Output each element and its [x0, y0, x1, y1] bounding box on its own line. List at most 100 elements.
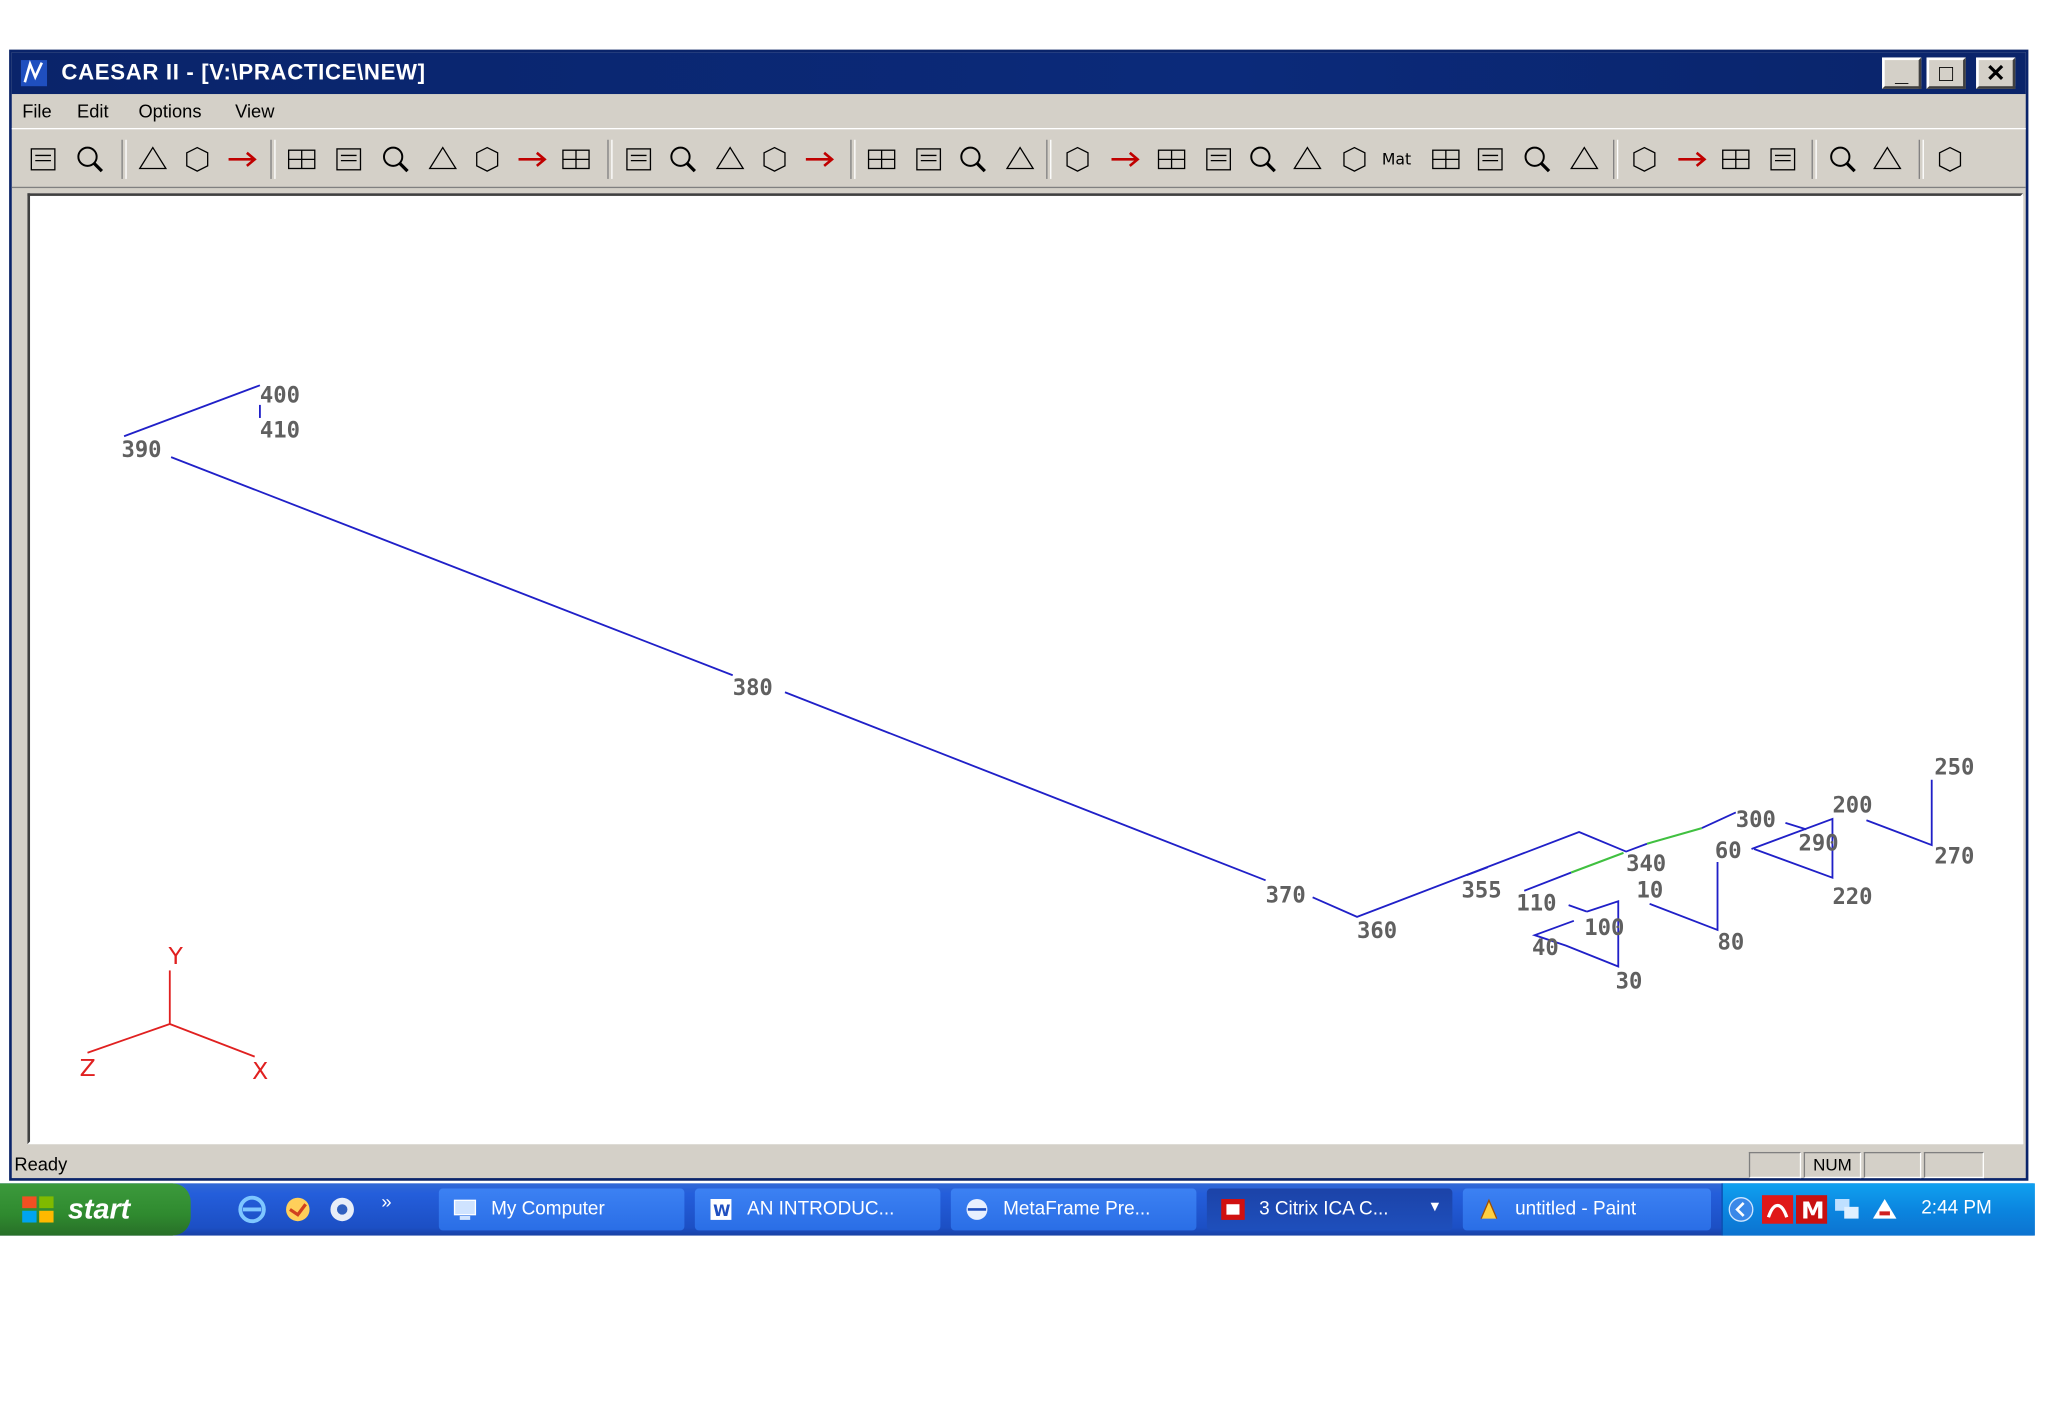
hatch-button[interactable]	[908, 140, 950, 179]
length-icon	[1678, 151, 1707, 167]
displacement-button[interactable]	[1151, 140, 1193, 179]
mcafee-tray-icon[interactable]: M	[1795, 1195, 1828, 1224]
delta-x-icon	[1293, 146, 1322, 170]
start-button[interactable]: start	[0, 1183, 191, 1236]
menu-file[interactable]: File	[22, 101, 51, 122]
outlook-icon[interactable]	[282, 1194, 313, 1225]
node-label-390: 390	[121, 437, 161, 463]
front-view-button[interactable]	[662, 140, 704, 179]
tee-button[interactable]	[1469, 140, 1511, 179]
title-bar[interactable]: CAESAR II - [V:\PRACTICE\NEW] _ □ ✕	[11, 52, 2026, 95]
pipe-segment	[1701, 811, 1737, 829]
toolbar-separator	[1613, 139, 1619, 179]
task-my-computer[interactable]: My Computer	[438, 1188, 685, 1231]
anchor-button[interactable]	[1104, 140, 1146, 179]
plot-canvas[interactable]: 400 410 390 380 370 360 355 110 10 340 300 200 290 60…	[27, 193, 2024, 1145]
zoom-out-button[interactable]	[176, 140, 218, 179]
nozzle-icon	[1250, 146, 1276, 173]
pages-button[interactable]	[1929, 140, 1971, 179]
node-label-110: 110	[1516, 890, 1556, 916]
material-button[interactable]: Mat	[1378, 140, 1420, 179]
quick-launch-more-icon[interactable]: »	[381, 1191, 391, 1212]
pipe-segment	[1312, 831, 1648, 918]
maximize-button[interactable]: □	[1926, 57, 1966, 89]
delta-x-button[interactable]	[1287, 140, 1329, 179]
eraser-button[interactable]	[999, 140, 1041, 179]
acrobat-tray-icon[interactable]	[1761, 1195, 1794, 1224]
menu-view[interactable]: View	[235, 101, 274, 122]
group-dropdown-icon[interactable]: ▼	[1428, 1199, 1442, 1215]
zoom-window-icon	[228, 151, 257, 167]
toolbar: Mat	[11, 127, 2026, 189]
hidden-view-button[interactable]	[798, 140, 840, 179]
rotate-yz-button[interactable]	[511, 140, 553, 179]
network-tray-icon[interactable]	[1832, 1195, 1861, 1224]
3d-box-button[interactable]	[1822, 140, 1864, 179]
node-label-380: 380	[733, 675, 773, 701]
menu-edit[interactable]: Edit	[77, 101, 109, 122]
line-hatch-button[interactable]	[952, 140, 994, 179]
close-button[interactable]: ✕	[1976, 57, 2016, 89]
pages-icon	[1938, 146, 1962, 172]
status-text: Ready	[14, 1153, 68, 1175]
restraints-button[interactable]	[1057, 140, 1099, 179]
restraint-symbol-button[interactable]	[1715, 140, 1757, 179]
axes-button[interactable]	[1563, 140, 1605, 179]
z-axis-line	[87, 1023, 171, 1054]
start-label: start	[67, 1192, 131, 1226]
rotate-button[interactable]	[281, 140, 323, 179]
zoom-window-button[interactable]	[221, 140, 263, 179]
iso-view-button[interactable]	[618, 140, 660, 179]
hanger-button[interactable]	[1198, 140, 1240, 179]
internet-explorer-icon[interactable]	[236, 1194, 267, 1225]
caesar-window: CAESAR II - [V:\PRACTICE\NEW] _ □ ✕ File…	[9, 49, 2029, 1181]
citrix-tray-icon[interactable]	[1869, 1195, 1900, 1224]
zoom-in-button[interactable]	[132, 140, 174, 179]
node-label-200: 200	[1832, 792, 1872, 818]
dimension-button[interactable]	[1762, 140, 1804, 179]
node-label-60: 60	[1715, 838, 1742, 864]
markers-button[interactable]	[1866, 140, 1908, 179]
caesar-app-icon	[20, 59, 48, 87]
solid-view-button[interactable]	[709, 140, 751, 179]
print-preview-button[interactable]	[69, 140, 111, 179]
task-metaframe[interactable]: MetaFrame Pre...	[950, 1188, 1197, 1231]
node-numbers-icon	[1633, 146, 1656, 172]
rotate-x-button[interactable]	[328, 140, 370, 179]
node-label-250: 250	[1934, 755, 1974, 781]
minimize-button[interactable]: _	[1882, 57, 1922, 89]
color-button[interactable]	[861, 140, 903, 179]
print-button[interactable]	[22, 140, 64, 179]
length-button[interactable]	[1671, 140, 1713, 179]
rotate-xy-button[interactable]	[466, 140, 508, 179]
restraints-icon	[1066, 146, 1089, 172]
node-label-360: 360	[1357, 918, 1397, 944]
color-icon	[867, 149, 896, 170]
task-paint[interactable]: untitled - Paint	[1462, 1188, 1711, 1231]
bend-button[interactable]	[1425, 140, 1467, 179]
node-button[interactable]	[1516, 140, 1558, 179]
node-label-80: 80	[1718, 930, 1745, 956]
force-button[interactable]	[1334, 140, 1376, 179]
solid-view-icon	[715, 146, 745, 170]
task-citrix-ica[interactable]: 3 Citrix ICA C... ▼	[1206, 1188, 1453, 1231]
rotate-y-button[interactable]	[375, 140, 417, 179]
front-view-icon	[670, 146, 696, 173]
pipe-segment	[1523, 871, 1572, 892]
tray-expand-icon[interactable]	[1728, 1196, 1754, 1222]
task-word-document-icon: W	[710, 1198, 732, 1220]
rotate-z-button[interactable]	[422, 140, 464, 179]
piping-model: 400 410 390 380 370 360 355 110 10340 300 200 290 60…	[80, 382, 1975, 1085]
node-numbers-button[interactable]	[1623, 140, 1665, 179]
print-preview-icon	[77, 146, 104, 173]
browser-icon[interactable]	[327, 1194, 358, 1225]
task-word-document[interactable]: W AN INTRODUC...	[694, 1188, 941, 1231]
nozzle-button[interactable]	[1242, 140, 1284, 179]
menu-options[interactable]: Options	[138, 101, 201, 122]
rotate-zx-button[interactable]	[555, 140, 597, 179]
svg-text:W: W	[713, 1201, 730, 1220]
toolbar-separator	[607, 139, 613, 179]
node-label-340: 340	[1626, 851, 1666, 877]
four-view-button[interactable]	[754, 140, 796, 179]
node-label-10: 10	[1637, 877, 1664, 903]
